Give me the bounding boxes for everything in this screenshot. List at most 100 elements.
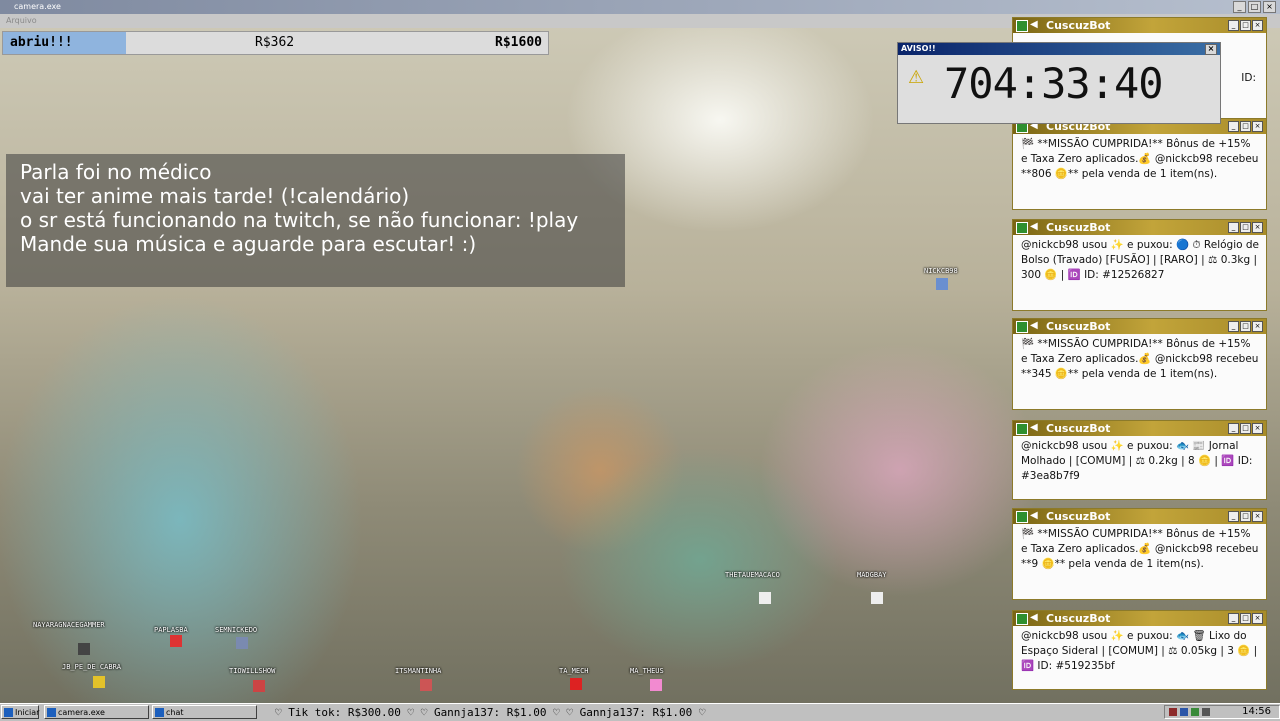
goal-current: R$362 bbox=[255, 35, 295, 50]
bot-titlebar: ◀ CuscuzBot _ □ × bbox=[1013, 509, 1266, 524]
minimize-button[interactable]: _ bbox=[1228, 321, 1239, 332]
bot-window: ◀ CuscuzBot _ □ × 🏁 **MISSÃO CUMPRIDA!** B… bbox=[1012, 508, 1267, 600]
avatar-sprite bbox=[236, 637, 248, 649]
bot-window: ◀ CuscuzBot _ □ × @nickcb98 usou ✨ e puxou… bbox=[1012, 610, 1267, 690]
chat-avatar-name: NAYARAGNACEGAMMER bbox=[33, 621, 105, 629]
close-button[interactable]: × bbox=[1252, 222, 1263, 233]
goal-label: abriu!!! bbox=[10, 35, 73, 50]
maximize-button[interactable]: □ bbox=[1240, 20, 1251, 31]
bot-message: @nickcb98 usou ✨ e puxou: 🔵 ⏱ Relógio de… bbox=[1021, 239, 1260, 281]
bot-message: @nickcb98 usou ✨ e puxou: 🐟 📰 Jornal Mol… bbox=[1021, 440, 1253, 482]
chat-avatar-name: JB_PE_DE_CABRA bbox=[62, 663, 122, 671]
bot-titlebar: ◀ CuscuzBot _ □ × bbox=[1013, 319, 1266, 334]
close-button[interactable]: × bbox=[1252, 20, 1263, 31]
volume-icon[interactable] bbox=[1202, 708, 1210, 716]
bot-window: ◀ CuscuzBot _ □ × 🏁 **MISSÃO CUMPRIDA!** B… bbox=[1012, 118, 1267, 210]
bot-window: ◀ CuscuzBot _ □ × 🏁 **MISSÃO CUMPRIDA!** B… bbox=[1012, 318, 1267, 410]
bot-window: ◀ CuscuzBot _ □ × @nickcb98 usou ✨ e puxou… bbox=[1012, 420, 1267, 500]
close-button[interactable]: × bbox=[1263, 1, 1276, 13]
close-button[interactable]: × bbox=[1252, 321, 1263, 332]
speaker-icon: ◀ bbox=[1030, 221, 1038, 232]
avatar-sprite bbox=[170, 635, 182, 647]
close-button[interactable]: × bbox=[1252, 613, 1263, 624]
announcement-overlay: Parla foi no médico vai ter anime mais t… bbox=[6, 154, 625, 287]
bot-icon bbox=[1016, 321, 1028, 333]
bot-message: 🏁 **MISSÃO CUMPRIDA!** Bônus de +15% e T… bbox=[1021, 138, 1259, 180]
minimize-button[interactable]: _ bbox=[1228, 511, 1239, 522]
bot-title: CuscuzBot bbox=[1046, 320, 1111, 333]
avatar-sprite bbox=[253, 680, 265, 692]
avatar-sprite bbox=[759, 592, 771, 604]
chat-avatar-name: MA_THEUS bbox=[630, 667, 664, 675]
goal-target: R$1600 bbox=[495, 35, 542, 50]
avatar-sprite bbox=[570, 678, 582, 690]
close-button[interactable]: × bbox=[1252, 121, 1263, 132]
taskbar: Iniciar camera.exe chat ♡ Tik tok: R$300… bbox=[0, 703, 1280, 721]
speaker-icon: ◀ bbox=[1030, 19, 1038, 30]
announcement-line: vai ter anime mais tarde! (!calendário) bbox=[20, 184, 410, 208]
chat-avatar-name: TIOWILLSHOW bbox=[229, 667, 276, 675]
minimize-button[interactable]: _ bbox=[1228, 20, 1239, 31]
dialog-titlebar: AVISO!! × bbox=[898, 43, 1220, 55]
windows-logo-icon bbox=[4, 708, 13, 717]
close-button[interactable]: × bbox=[1252, 511, 1263, 522]
maximize-button[interactable]: □ bbox=[1248, 1, 1261, 13]
donation-ticker: ♡ Tik tok: R$300.00 ♡ ♡ Gannja137: R$1.0… bbox=[275, 706, 706, 719]
system-tray: 14:56 bbox=[1164, 705, 1280, 719]
window-controls: _ □ × bbox=[1233, 1, 1276, 13]
bot-message-partial: ID: bbox=[1241, 72, 1256, 84]
speaker-icon: ◀ bbox=[1030, 422, 1038, 433]
announcement-line: o sr está funcionando na twitch, se não … bbox=[20, 208, 579, 232]
bot-window-controls: _ □ × bbox=[1228, 222, 1263, 233]
maximize-button[interactable]: □ bbox=[1240, 321, 1251, 332]
bot-icon bbox=[1016, 20, 1028, 32]
bot-titlebar: ◀ CuscuzBot _ □ × bbox=[1013, 421, 1266, 436]
tray-icon[interactable] bbox=[1169, 708, 1177, 716]
bot-window-controls: _ □ × bbox=[1228, 613, 1263, 624]
bot-titlebar: ◀ CuscuzBot _ □ × bbox=[1013, 611, 1266, 626]
maximize-button[interactable]: □ bbox=[1240, 511, 1251, 522]
start-button[interactable]: Iniciar bbox=[1, 705, 39, 719]
countdown-dialog: AVISO!! × ⚠ 704:33:40 bbox=[897, 42, 1221, 124]
maximize-button[interactable]: □ bbox=[1240, 121, 1251, 132]
avatar-sprite bbox=[936, 278, 948, 290]
bot-icon bbox=[1016, 222, 1028, 234]
chat-avatar-name: THETAUEMACACO bbox=[725, 571, 780, 579]
announcement-line: Parla foi no médico bbox=[20, 160, 212, 184]
avatar-sprite bbox=[871, 592, 883, 604]
task-chat[interactable]: chat bbox=[152, 705, 257, 719]
tray-icon[interactable] bbox=[1180, 708, 1188, 716]
minimize-button[interactable]: _ bbox=[1228, 423, 1239, 434]
window-titlebar: camera.exe _ □ × bbox=[0, 0, 1280, 14]
donation-goal-bar: abriu!!! R$362 R$1600 bbox=[2, 31, 549, 55]
bot-title: CuscuzBot bbox=[1046, 510, 1111, 523]
menu-arquivo[interactable]: Arquivo bbox=[6, 16, 37, 25]
speaker-icon: ◀ bbox=[1030, 320, 1038, 331]
task-camera[interactable]: camera.exe bbox=[44, 705, 149, 719]
maximize-button[interactable]: □ bbox=[1240, 613, 1251, 624]
camera-app-icon bbox=[47, 708, 56, 717]
bot-window-controls: _ □ × bbox=[1228, 423, 1263, 434]
bot-icon bbox=[1016, 511, 1028, 523]
maximize-button[interactable]: □ bbox=[1240, 222, 1251, 233]
bot-message: @nickcb98 usou ✨ e puxou: 🐟 🗑 Lixo do Es… bbox=[1021, 630, 1258, 672]
bot-titlebar: ◀ CuscuzBot _ □ × bbox=[1013, 18, 1266, 33]
chat-avatar-name: ITSMANTINHA bbox=[395, 667, 442, 675]
bot-title: CuscuzBot bbox=[1046, 19, 1111, 32]
avatar-sprite bbox=[78, 643, 90, 655]
minimize-button[interactable]: _ bbox=[1228, 222, 1239, 233]
avatar-sprite bbox=[93, 676, 105, 688]
bot-titlebar: ◀ CuscuzBot _ □ × bbox=[1013, 220, 1266, 235]
maximize-button[interactable]: □ bbox=[1240, 423, 1251, 434]
minimize-button[interactable]: _ bbox=[1228, 121, 1239, 132]
tray-icon[interactable] bbox=[1191, 708, 1199, 716]
window-title: camera.exe bbox=[14, 2, 61, 11]
chat-avatar-name: TA_MECH bbox=[559, 667, 589, 675]
countdown-value: 704:33:40 bbox=[944, 59, 1164, 108]
minimize-button[interactable]: _ bbox=[1228, 613, 1239, 624]
bot-icon bbox=[1016, 613, 1028, 625]
speaker-icon: ◀ bbox=[1030, 510, 1038, 521]
close-button[interactable]: × bbox=[1252, 423, 1263, 434]
close-button[interactable]: × bbox=[1205, 44, 1217, 55]
minimize-button[interactable]: _ bbox=[1233, 1, 1246, 13]
